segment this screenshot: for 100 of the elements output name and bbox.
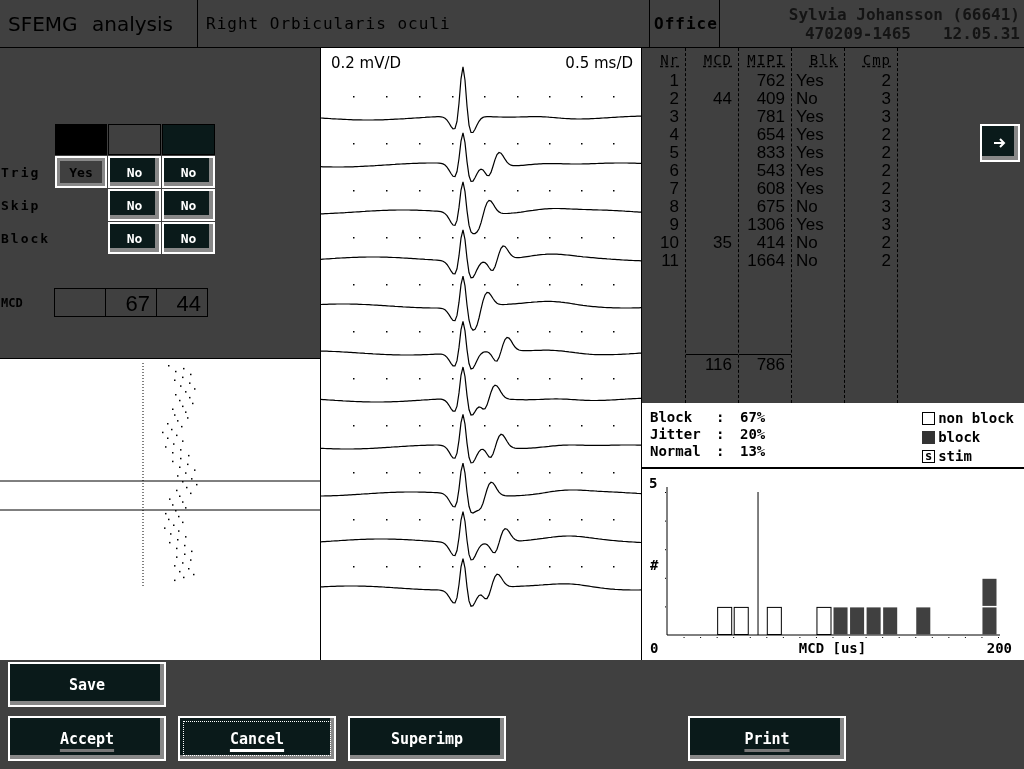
table-cell-text: 414 — [755, 234, 785, 252]
separator-colon: : — [716, 409, 726, 426]
histogram-bar — [833, 607, 848, 635]
next-button[interactable] — [980, 124, 1020, 162]
table-cell-text: 44 — [712, 90, 732, 108]
action-button[interactable]: Accept — [8, 716, 166, 761]
row-label: Block — [0, 229, 52, 248]
table-cell-text: 409 — [755, 90, 785, 108]
action-button[interactable]: Print — [688, 716, 846, 761]
filled-square-icon — [922, 431, 936, 444]
table-cell-text: 2 — [880, 162, 891, 180]
histogram-bar — [816, 606, 832, 635]
empty-value-box — [54, 288, 106, 317]
sweep-label: 0.5 ms/D — [565, 54, 633, 72]
table-cell-text: 2 — [880, 234, 891, 252]
table-cell-text: Yes — [795, 216, 825, 234]
row-label: Skip — [0, 196, 42, 215]
mcd-value: 67 — [105, 288, 157, 317]
table-cell-text: 4 — [668, 126, 679, 144]
toggle-button[interactable]: No — [162, 222, 215, 254]
column-header: Blk — [809, 51, 838, 70]
column-header: Cmp — [862, 51, 891, 70]
histogram-bar — [883, 607, 898, 635]
stat-label: Normal — [650, 443, 702, 460]
histogram-bar — [733, 606, 749, 635]
table-cell-text: 3 — [880, 108, 891, 126]
table-cell-text: 1664 — [746, 252, 785, 270]
table-cell-text: 2 — [880, 180, 891, 198]
table-cell-text: Yes — [795, 108, 825, 126]
stim-symbol: s — [922, 450, 936, 463]
table-cell-text: 2 — [668, 90, 679, 108]
legend-label: non block — [938, 410, 1014, 427]
table-cell-text: 2 — [880, 144, 891, 162]
y-max-label: 5 — [649, 475, 658, 491]
stat-value: 20% — [739, 426, 766, 443]
open-square-icon — [922, 412, 936, 425]
row-label: MCD — [0, 295, 24, 310]
table-cell-text: No — [795, 252, 819, 270]
histogram-bar — [982, 607, 997, 635]
mcd-value: 44 — [156, 288, 208, 317]
table-cell-text: Yes — [795, 72, 825, 90]
histogram-bar — [916, 607, 931, 635]
table-cell-text: 1 — [668, 72, 679, 90]
table-cell-text: 781 — [755, 108, 785, 126]
toggle-button[interactable]: No — [162, 156, 215, 188]
stat-value: 67% — [739, 409, 766, 426]
toggle-button[interactable]: No — [108, 189, 161, 221]
stat-value: 13% — [739, 443, 766, 460]
table-cell-text: 3 — [880, 90, 891, 108]
legend-label: stim — [938, 448, 972, 465]
table-cell-text: No — [795, 198, 819, 216]
column-header: MIPI — [747, 51, 785, 70]
table-cell-text: 762 — [755, 72, 785, 90]
x-axis-label: MCD [us] — [798, 640, 867, 656]
muscle-name: Right Orbicularis oculi — [206, 14, 451, 33]
location-label: Office — [654, 14, 718, 33]
total-cell: 116 — [704, 355, 732, 374]
separator-colon: : — [716, 426, 726, 443]
table-cell-text: 9 — [668, 216, 679, 234]
total-cell: 786 — [756, 355, 785, 374]
row-label: Trig — [0, 163, 42, 182]
table-cell-text: 3 — [880, 216, 891, 234]
save-button[interactable]: Save — [8, 662, 166, 707]
table-cell-text: 7 — [668, 180, 679, 198]
histogram-bar — [866, 607, 881, 635]
table-cell-text: 35 — [712, 234, 732, 252]
arrow-right-icon — [993, 137, 1007, 149]
stat-label: Block — [650, 409, 694, 426]
table-cell-text: 3 — [880, 198, 891, 216]
table-cell-text: Yes — [795, 144, 825, 162]
table-cell-text: No — [795, 234, 819, 252]
table-cell-text: 543 — [755, 162, 785, 180]
table-cell-text: 2 — [880, 126, 891, 144]
x-min-label: 0 — [650, 640, 659, 656]
column-header: MCD — [703, 51, 732, 70]
table-cell-text: 3 — [668, 108, 679, 126]
table-cell-text: No — [795, 90, 819, 108]
table-cell-text: 654 — [755, 126, 785, 144]
toggle-button[interactable]: No — [108, 222, 161, 254]
action-button[interactable]: Cancel — [178, 716, 336, 761]
y-axis-label: # — [650, 557, 659, 573]
separator-colon: : — [716, 443, 726, 460]
table-cell-text: 10 — [659, 234, 679, 252]
legend-label: block — [938, 429, 981, 446]
table-cell-text: 6 — [668, 162, 679, 180]
table-cell-text: 833 — [755, 144, 785, 162]
histogram-bar — [850, 607, 865, 635]
gain-label: 0.2 mV/D — [331, 54, 402, 72]
toggle-button[interactable]: No — [162, 189, 215, 221]
table-cell-text: Yes — [795, 126, 825, 144]
stat-label: Jitter — [650, 426, 702, 443]
x-max-label: 200 — [986, 640, 1012, 656]
app-title: SFEMG analysis — [8, 11, 173, 36]
toggle-button[interactable]: No — [108, 156, 161, 188]
histogram-bar — [717, 606, 733, 635]
column-header: Nr — [660, 51, 679, 70]
table-cell-text: Yes — [795, 180, 825, 198]
histogram-bar — [982, 578, 997, 606]
action-button[interactable]: Superimp — [348, 716, 506, 761]
table-cell-text: 11 — [660, 252, 679, 270]
